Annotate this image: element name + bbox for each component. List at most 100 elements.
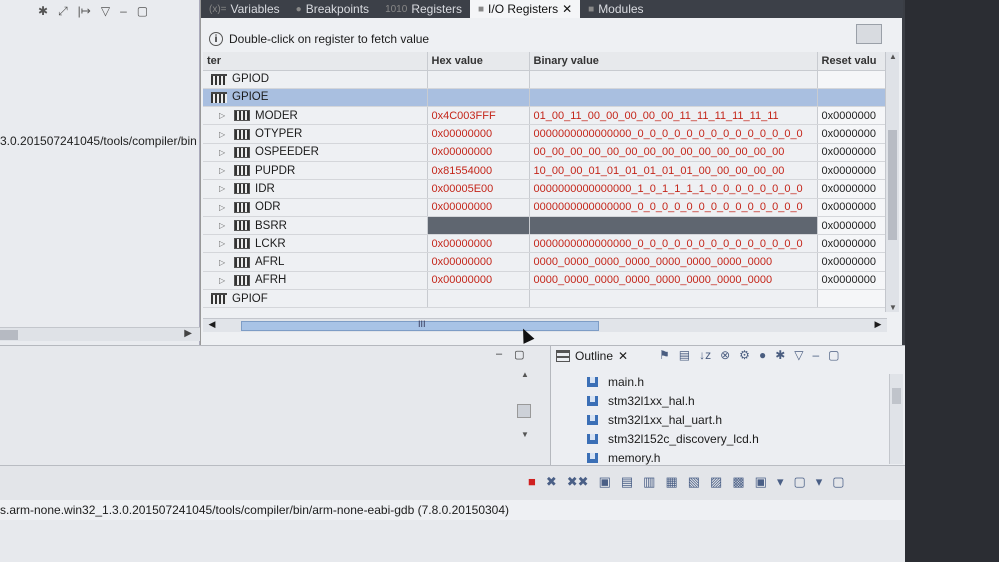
scroll-up-arrow-icon[interactable]: ▲	[521, 370, 529, 379]
outline-tool-icon[interactable]: ▽	[794, 348, 803, 362]
hex-value-cell[interactable]	[427, 216, 530, 236]
outline-tool-icon[interactable]: ▢	[828, 348, 839, 362]
binary-value-cell[interactable]: 01_00_11_00_00_00_00_00_11_11_11_11_11_1…	[529, 106, 818, 126]
tab-i-o-registers[interactable]: ■ I/O Registers ✕	[470, 0, 581, 18]
left-toolbar-icon[interactable]: ⤢	[58, 4, 68, 19]
table-row[interactable]: ▷ IDR 0x00005E00 0000000000000000_1_0_1_1_1…	[203, 179, 888, 199]
left-horizontal-scrollbar[interactable]: ▶	[0, 327, 200, 341]
reset-value-cell[interactable]: 0x0000000	[817, 216, 888, 236]
hex-value-cell[interactable]: 0x00000000	[427, 252, 530, 272]
console-tool-icon[interactable]: ▾	[777, 474, 784, 490]
table-row[interactable]: ▷ OTYPER 0x00000000 0000000000000000_0_0_0_…	[203, 124, 888, 144]
scroll-right-arrow-icon[interactable]: ▶	[184, 328, 192, 339]
reset-value-cell[interactable]: 0x0000000	[817, 252, 888, 272]
console-tool-icon[interactable]: ▢	[832, 474, 844, 490]
expand-arrow-icon[interactable]: ▷	[219, 148, 229, 157]
column-header-register[interactable]: ter	[203, 52, 428, 71]
expand-arrow-icon[interactable]: ▷	[219, 111, 229, 120]
tab-registers[interactable]: 1010 Registers	[377, 0, 470, 18]
left-toolbar-icon[interactable]: ▽	[101, 4, 110, 18]
binary-value-cell[interactable]: 0000000000000000_0_0_0_0_0_0_0_0_0_0_0_0…	[529, 198, 818, 217]
column-header-reset[interactable]: Reset valu	[817, 52, 888, 71]
tab-variables[interactable]: (x)= Variables	[201, 0, 288, 18]
left-toolbar-icon[interactable]: |↦	[78, 4, 91, 18]
outline-item[interactable]: main.h	[587, 372, 759, 391]
reset-value-cell[interactable]: 0x0000000	[817, 161, 888, 181]
scroll-right-arrow-icon[interactable]: ▶	[871, 319, 885, 332]
console-tool-icon[interactable]: ▣	[599, 474, 611, 490]
register-name-cell[interactable]: GPIOD	[203, 70, 428, 89]
console-tool-icon[interactable]: ✖✖	[567, 474, 589, 490]
console-tool-icon[interactable]: ▾	[816, 474, 823, 490]
outline-item[interactable]: stm32l152c_discovery_lcd.h	[587, 429, 759, 448]
table-row[interactable]: ▷ LCKR 0x00000000 0000000000000000_0_0_0_0_…	[203, 234, 888, 254]
console-tool-icon[interactable]: ▣	[755, 474, 767, 490]
table-row[interactable]: ▷ ODR 0x00000000 0000000000000000_0_0_0_0_0…	[203, 198, 888, 217]
binary-value-cell[interactable]: 0000_0000_0000_0000_0000_0000_0000_0000	[529, 252, 818, 272]
column-header-binary[interactable]: Binary value	[529, 52, 818, 71]
outline-tab[interactable]: Outline ✕	[556, 349, 628, 363]
register-name-cell[interactable]: ▷ OTYPER	[203, 124, 428, 144]
register-name-cell[interactable]: ▷ OSPEEDER	[203, 143, 428, 162]
outline-tool-icon[interactable]: ●	[759, 348, 766, 362]
table-row[interactable]: ▷ MODER 0x4C003FFF 01_00_11_00_00_00_00_00_…	[203, 106, 888, 126]
left-toolbar-icon[interactable]: ▢	[137, 4, 148, 18]
scroll-up-arrow-icon[interactable]: ▲	[889, 52, 897, 61]
hex-value-cell[interactable]: 0x00005E00	[427, 179, 530, 199]
tab-breakpoints[interactable]: ● Breakpoints	[288, 0, 377, 18]
expand-arrow-icon[interactable]: ▷	[219, 239, 229, 248]
console-tool-icon[interactable]: ▥	[643, 474, 655, 490]
table-row[interactable]: ▷ AFRL 0x00000000 0000_0000_0000_0000_0000_…	[203, 252, 888, 272]
horizontal-scroll-thumb[interactable]: III	[241, 319, 599, 331]
reset-value-cell[interactable]: 0x0000000	[817, 106, 888, 126]
hex-value-cell[interactable]	[427, 289, 530, 309]
maximize-icon[interactable]: ▢	[514, 348, 524, 361]
console-tool-icon[interactable]: ▨	[710, 474, 722, 490]
binary-value-cell[interactable]	[529, 216, 818, 236]
outline-tool-icon[interactable]: ⚙	[739, 348, 750, 362]
binary-value-cell[interactable]: 10_00_00_01_01_01_01_01_01_00_00_00_00_0…	[529, 161, 818, 181]
table-vertical-scrollbar[interactable]: ▲ ▼	[885, 52, 899, 312]
minimize-icon[interactable]: –	[496, 348, 502, 361]
expand-arrow-icon[interactable]: ▷	[219, 258, 229, 267]
hex-value-cell[interactable]: 0x4C003FFF	[427, 106, 530, 126]
binary-value-cell[interactable]: 0000000000000000_1_0_1_1_1_1_0_0_0_0_0_0…	[529, 179, 818, 199]
register-name-cell[interactable]: ▷ AFRL	[203, 252, 428, 272]
vertical-scroll-thumb[interactable]	[888, 130, 897, 240]
close-icon[interactable]: ✕	[618, 349, 628, 363]
tab-modules[interactable]: ■ Modules	[580, 0, 651, 18]
register-name-cell[interactable]: ▷ LCKR	[203, 234, 428, 254]
hex-value-cell[interactable]: 0x00000000	[427, 143, 530, 162]
reset-value-cell[interactable]: 0x0000000	[817, 179, 888, 199]
register-name-cell[interactable]: ▷ AFRH	[203, 271, 428, 291]
table-row[interactable]: ▷ BSRR 0x0000000	[203, 216, 888, 236]
hex-value-cell[interactable]: 0x00000000	[427, 198, 530, 217]
close-icon[interactable]: ✕	[562, 2, 572, 16]
reset-value-cell[interactable]: 0x0000000	[817, 198, 888, 217]
scroll-left-arrow-icon[interactable]: ◀	[205, 319, 219, 332]
reset-value-cell[interactable]: 0x0000000	[817, 143, 888, 162]
left-scroll-thumb[interactable]	[0, 330, 18, 340]
register-name-cell[interactable]: ▷ MODER	[203, 106, 428, 126]
hex-value-cell[interactable]	[427, 70, 530, 89]
left-toolbar-icon[interactable]: ✱	[38, 4, 48, 18]
table-row[interactable]: ▷ PUPDR 0x81554000 10_00_00_01_01_01_01_01_…	[203, 161, 888, 181]
outline-item[interactable]: stm32l1xx_hal_uart.h	[587, 410, 759, 429]
table-row[interactable]: GPIOD	[203, 70, 888, 89]
outline-tool-icon[interactable]: ⚑	[659, 348, 670, 362]
outline-vertical-scrollbar[interactable]	[889, 374, 903, 464]
outline-tool-icon[interactable]: –	[812, 348, 819, 362]
outline-tool-icon[interactable]: ⊗	[720, 348, 730, 362]
left-toolbar-icon[interactable]: –	[120, 4, 127, 18]
scroll-down-arrow-icon[interactable]: ▼	[889, 303, 897, 312]
console-scroll-thumb[interactable]	[517, 404, 531, 418]
register-name-cell[interactable]: ▷ BSRR	[203, 216, 428, 236]
view-menu-button[interactable]	[856, 24, 882, 44]
register-name-cell[interactable]: ▷ IDR	[203, 179, 428, 199]
reset-value-cell[interactable]	[817, 88, 888, 108]
outline-tool-icon[interactable]: ▤	[679, 348, 690, 362]
table-row[interactable]: ▷ OSPEEDER 0x00000000 00_00_00_00_00_00_00_…	[203, 143, 888, 162]
table-horizontal-scrollbar[interactable]: ◀ III ▶	[203, 318, 887, 332]
binary-value-cell[interactable]	[529, 88, 818, 108]
hex-value-cell[interactable]: 0x00000000	[427, 234, 530, 254]
